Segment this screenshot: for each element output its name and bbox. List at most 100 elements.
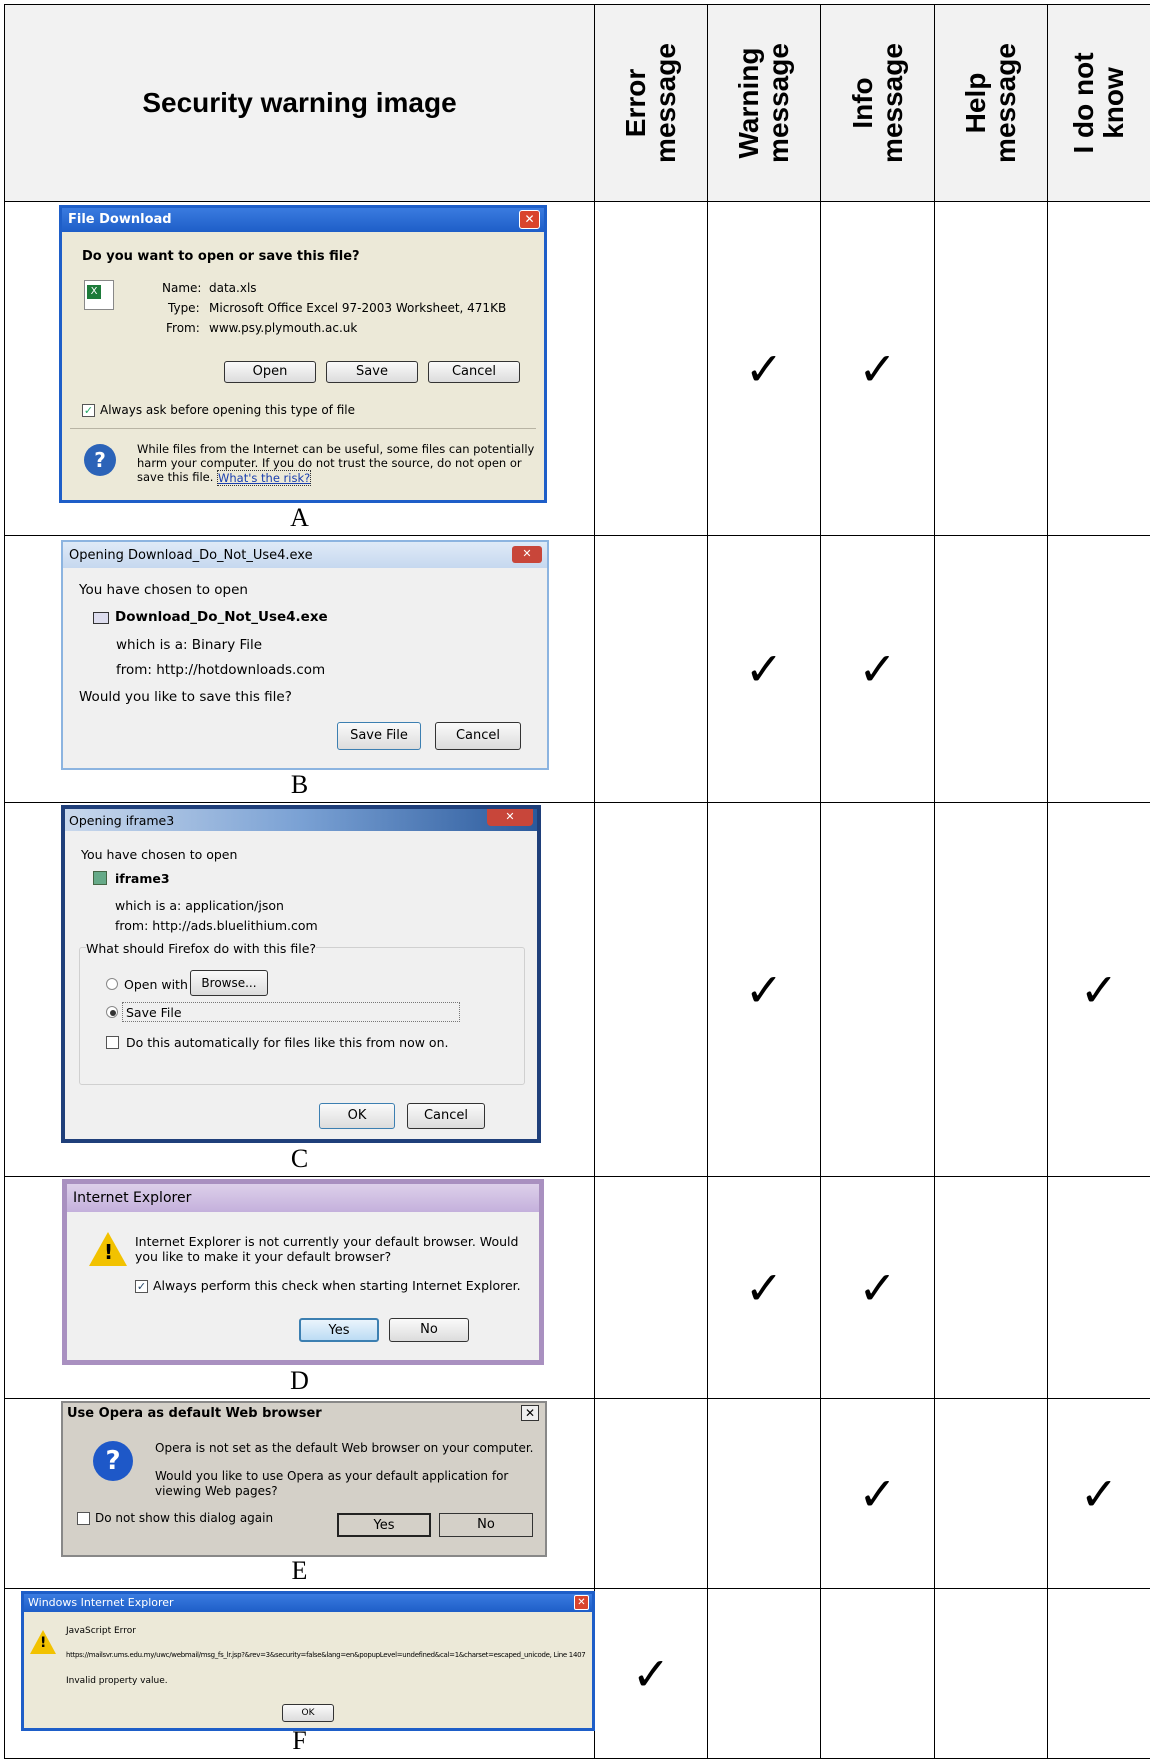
table-row-d: Internet Explorer ! Internet Explorer is… xyxy=(4,1176,1150,1399)
checkbox-box[interactable]: ✓ xyxy=(135,1280,148,1293)
row-letter: B xyxy=(290,770,309,799)
close-icon[interactable]: ✕ xyxy=(521,1405,539,1421)
file-download-dialog: File Download ✕ Do you want to open or s… xyxy=(59,205,547,503)
image-cell-a: File Download ✕ Do you want to open or s… xyxy=(4,201,595,536)
header-line: Error xyxy=(620,68,651,138)
check-cell-help-a xyxy=(934,201,1048,536)
check-cell-info-d: ✓ xyxy=(820,1176,935,1399)
ok-button[interactable]: OK xyxy=(319,1103,395,1129)
check-cell-warning-d: ✓ xyxy=(707,1176,821,1399)
save-question: Would you like to save this file? xyxy=(79,689,292,705)
header-line: message xyxy=(763,43,794,163)
save-file-radio[interactable] xyxy=(106,1006,118,1018)
check-cell-warning-c: ✓ xyxy=(707,802,821,1177)
check-cell-warning-e xyxy=(707,1398,821,1589)
warning-text-line2: harm your computer. If you do not trust … xyxy=(137,456,522,470)
checkbox-label: Always ask before opening this type of f… xyxy=(100,403,355,417)
table-row-e: Use Opera as default Web browser ✕ ? Ope… xyxy=(4,1398,1150,1589)
check-cell-help-c xyxy=(934,802,1048,1177)
no-button[interactable]: No xyxy=(439,1513,533,1537)
opening-download-dialog: Opening Download_Do_Not_Use4.exe ✕ You h… xyxy=(61,540,549,770)
close-icon[interactable]: ✕ xyxy=(487,809,533,826)
shield-question-icon: ? xyxy=(84,444,116,476)
header-line: I do not xyxy=(1068,52,1099,154)
header-line: Info xyxy=(846,77,878,129)
chosen-text: You have chosen to open xyxy=(79,582,248,598)
always-check-checkbox[interactable]: ✓ Always perform this check when starting… xyxy=(135,1278,521,1293)
open-with-label[interactable]: Open with xyxy=(124,977,188,992)
check-cell-idk-d xyxy=(1047,1176,1150,1399)
row-letter: D xyxy=(290,1366,309,1395)
image-cell-f: Windows Internet Explorer ✕ ! JavaScript… xyxy=(4,1588,595,1759)
save-file-label[interactable]: Save File xyxy=(126,1005,182,1020)
file-name: iframe3 xyxy=(115,871,170,886)
table-row-b: Opening Download_Do_Not_Use4.exe ✕ You h… xyxy=(4,535,1150,803)
opening-iframe-dialog: Opening iframe3 ✕ You have chosen to ope… xyxy=(61,805,541,1143)
checkbox-box[interactable] xyxy=(77,1512,90,1525)
checkbox-label: Do not show this dialog again xyxy=(95,1511,274,1525)
header-line: message xyxy=(650,43,681,163)
survey-table: Security warning image Error message Warn… xyxy=(4,4,1150,1759)
auto-label: Do this automatically for files like thi… xyxy=(126,1035,449,1050)
open-button[interactable]: Open xyxy=(224,361,316,383)
check-cell-idk-c: ✓ xyxy=(1047,802,1150,1177)
yes-button[interactable]: Yes xyxy=(299,1318,379,1342)
image-cell-c: Opening iframe3 ✕ You have chosen to ope… xyxy=(4,802,595,1177)
dialog-question: Do you want to open or save this file? xyxy=(82,249,360,264)
image-column-header: Security warning image xyxy=(4,4,595,202)
file-source: from: http://hotdownloads.com xyxy=(116,662,326,678)
warning-column-header: Warning message xyxy=(707,4,821,202)
title-bar: Internet Explorer xyxy=(67,1184,539,1212)
save-button[interactable]: Save xyxy=(326,361,418,383)
name-value: data.xls xyxy=(209,281,257,295)
cancel-button[interactable]: Cancel xyxy=(435,722,521,750)
opera-default-dialog: Use Opera as default Web browser ✕ ? Ope… xyxy=(61,1401,547,1557)
dialog-title: Windows Internet Explorer xyxy=(28,1596,174,1609)
close-icon[interactable]: ✕ xyxy=(512,546,542,563)
row-letter: E xyxy=(291,1556,308,1585)
title-bar: File Download ✕ xyxy=(62,208,544,232)
help-column-header: Help message xyxy=(934,4,1048,202)
question-icon: ? xyxy=(93,1441,133,1481)
dialog-title: Internet Explorer xyxy=(73,1190,192,1206)
cancel-button[interactable]: Cancel xyxy=(428,361,520,383)
open-with-radio[interactable] xyxy=(106,978,118,990)
do-not-show-checkbox[interactable]: Do not show this dialog again xyxy=(77,1511,273,1525)
risk-link[interactable]: What's the risk? xyxy=(217,470,312,486)
check-cell-help-b xyxy=(934,535,1048,803)
save-file-button[interactable]: Save File xyxy=(337,722,421,750)
error-url: https://mailsvr.ums.edu.my/uwc/webmail/m… xyxy=(66,1651,586,1659)
error-title: JavaScript Error xyxy=(66,1626,136,1636)
check-cell-idk-a xyxy=(1047,201,1150,536)
browse-button[interactable]: Browse... xyxy=(190,970,268,996)
checkbox-box[interactable]: ✓ xyxy=(82,404,95,417)
title-bar: Windows Internet Explorer ✕ xyxy=(24,1594,592,1612)
cancel-button[interactable]: Cancel xyxy=(407,1103,485,1129)
row-letter: C xyxy=(290,1144,309,1173)
auto-checkbox[interactable] xyxy=(106,1036,119,1049)
title-bar: Use Opera as default Web browser ✕ xyxy=(63,1403,545,1423)
check-cell-error-f: ✓ xyxy=(594,1588,708,1759)
type-label: Type: xyxy=(168,301,200,315)
header-line: Help xyxy=(960,72,991,134)
always-ask-checkbox[interactable]: ✓ Always ask before opening this type of … xyxy=(82,403,355,417)
check-cell-warning-b: ✓ xyxy=(707,535,821,803)
table-row-a: File Download ✕ Do you want to open or s… xyxy=(4,201,1150,536)
dialog-title: Use Opera as default Web browser xyxy=(67,1406,322,1421)
check-cell-info-f xyxy=(820,1588,935,1759)
yes-button[interactable]: Yes xyxy=(337,1513,431,1537)
row-letter: F xyxy=(292,1726,307,1755)
close-icon[interactable]: ✕ xyxy=(574,1595,589,1610)
check-cell-idk-e: ✓ xyxy=(1047,1398,1150,1589)
check-cell-idk-f xyxy=(1047,1588,1150,1759)
close-icon[interactable]: ✕ xyxy=(519,210,540,229)
checkbox-label: Always perform this check when starting … xyxy=(153,1278,521,1293)
idk-column-header: I do not know xyxy=(1047,4,1150,202)
check-cell-help-f xyxy=(934,1588,1048,1759)
message-line1: Internet Explorer is not currently your … xyxy=(135,1234,519,1249)
message-line2: you like to make it your default browser… xyxy=(135,1249,392,1264)
dialog-title: Opening Download_Do_Not_Use4.exe xyxy=(69,548,313,563)
ok-button[interactable]: OK xyxy=(282,1704,334,1722)
header-row: Security warning image Error message Warn… xyxy=(4,4,1150,202)
no-button[interactable]: No xyxy=(389,1318,469,1342)
